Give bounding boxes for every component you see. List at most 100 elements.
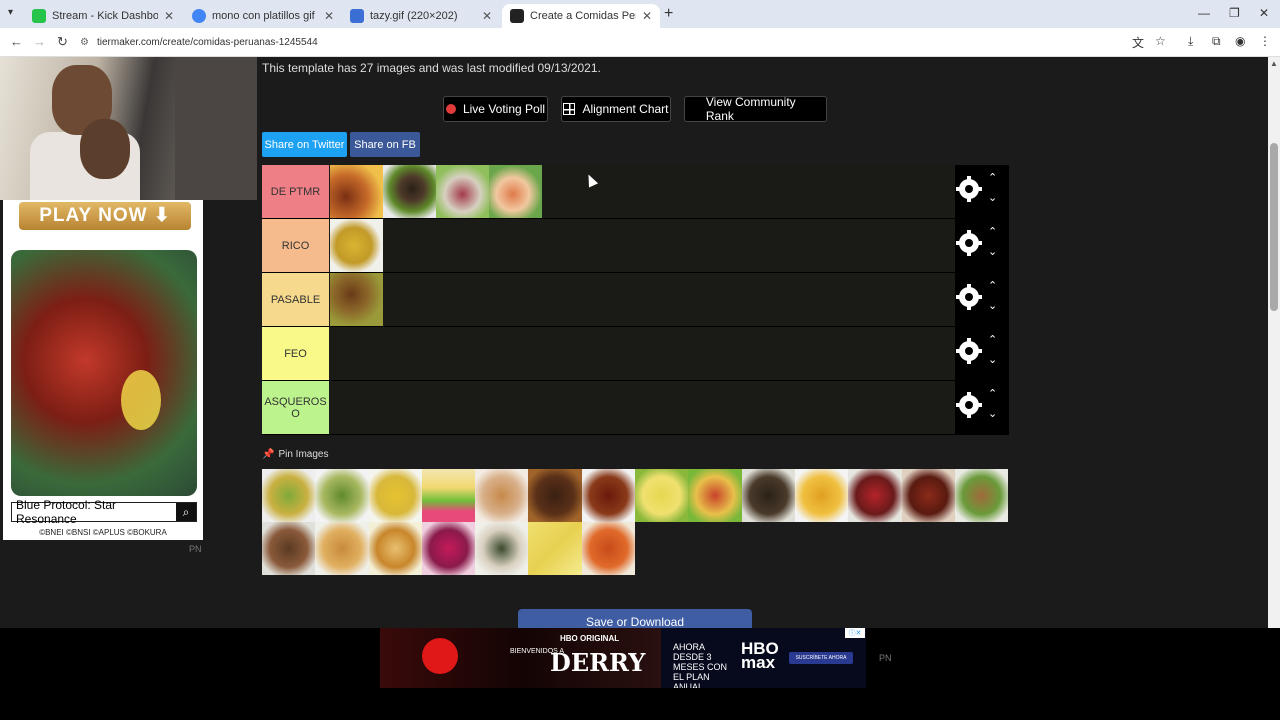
tier-label[interactable]: RICO (262, 219, 329, 272)
close-tab-icon[interactable]: ✕ (324, 9, 334, 23)
close-tab-icon[interactable]: ✕ (164, 9, 174, 23)
scrollbar-thumb[interactable] (1270, 143, 1278, 311)
tier-items[interactable] (330, 219, 383, 272)
gear-icon[interactable] (959, 341, 979, 361)
food-item[interactable] (330, 273, 383, 326)
play-now-button[interactable]: PLAY NOW ⬇ (19, 202, 191, 230)
tier-controls: ⌃ ⌄ (955, 165, 1009, 218)
scroll-up-icon[interactable]: ▲ (1270, 59, 1278, 68)
tier-label[interactable]: ASQUEROS O (262, 381, 329, 434)
it-derry-ad[interactable]: HBO ORIGINAL BIENVENIDOS A DERRY (380, 628, 661, 688)
close-tab-icon[interactable]: ✕ (482, 9, 492, 23)
url-field[interactable]: ⚙ tiermaker.com/create/comidas-peruanas-… (80, 32, 1120, 52)
food-item[interactable] (635, 469, 689, 522)
minimize-icon[interactable]: — (1198, 6, 1210, 20)
tier-items[interactable] (330, 165, 542, 218)
food-item[interactable] (330, 219, 383, 272)
tier-label[interactable]: PASABLE (262, 273, 329, 326)
translate-icon[interactable]: 文 (1132, 34, 1144, 51)
food-item[interactable] (330, 165, 383, 218)
food-item[interactable] (262, 522, 316, 575)
tab-list-chevron-icon[interactable]: ▾ (8, 7, 13, 18)
ad-choices-icon[interactable]: ⓘ✕ (845, 628, 865, 638)
move-up-icon[interactable]: ⌃ (988, 225, 997, 238)
food-item[interactable] (901, 469, 955, 522)
tier-items[interactable] (330, 273, 383, 326)
forward-icon[interactable]: → (33, 34, 46, 49)
tier-label[interactable]: DE PTMR (262, 165, 329, 218)
food-item[interactable] (581, 469, 636, 522)
hbomax-offer-ad[interactable]: AHORA DESDE 3 MESES CON EL PLAN ANUAL HB… (661, 628, 866, 692)
search-icon[interactable]: ⌕ (176, 503, 196, 521)
ad-title: DERRY (550, 648, 646, 677)
tier-controls: ⌃ ⌄ (955, 381, 1009, 434)
food-item[interactable] (436, 165, 489, 218)
move-up-icon[interactable]: ⌃ (988, 171, 997, 184)
move-down-icon[interactable]: ⌄ (988, 407, 997, 420)
food-item[interactable] (954, 469, 1009, 522)
food-item[interactable] (794, 469, 849, 522)
food-item[interactable] (421, 522, 476, 575)
move-up-icon[interactable]: ⌃ (988, 387, 997, 400)
close-window-icon[interactable]: ✕ (1259, 6, 1269, 20)
game-search-box[interactable]: Blue Protocol: Star Resonance ⌕ (11, 498, 197, 526)
move-up-icon[interactable]: ⌃ (988, 279, 997, 292)
food-item[interactable] (475, 469, 529, 522)
food-item[interactable] (315, 469, 369, 522)
move-down-icon[interactable]: ⌄ (988, 353, 997, 366)
food-item[interactable] (383, 165, 436, 218)
food-item[interactable] (528, 522, 582, 575)
grid-icon (563, 103, 576, 115)
move-down-icon[interactable]: ⌄ (988, 191, 997, 204)
food-item[interactable] (848, 469, 902, 522)
food-item[interactable] (489, 165, 542, 218)
left-game-ad[interactable]: PLAY NOW ⬇ Blue Protocol: Star Resonance… (3, 200, 203, 540)
food-item[interactable] (688, 469, 742, 522)
tab-tazy-gif[interactable]: tazy.gif (220×202) ✕ (342, 4, 500, 28)
food-item[interactable] (368, 522, 422, 575)
gear-icon[interactable] (959, 233, 979, 253)
close-tab-icon[interactable]: ✕ (642, 9, 652, 23)
download-icon[interactable]: ⤓ (1188, 34, 1193, 49)
food-item[interactable] (581, 522, 636, 575)
subscribe-button[interactable]: SUSCRÍBETE AHORA (789, 652, 853, 664)
hbo-original-label: HBO ORIGINAL (560, 634, 620, 643)
food-item[interactable] (475, 522, 529, 575)
new-tab-icon[interactable]: + (664, 5, 673, 23)
live-voting-poll-button[interactable]: Live Voting Poll (443, 96, 548, 122)
food-item[interactable] (315, 522, 369, 575)
tab-google-search[interactable]: mono con platillos gif - Buscar ✕ (184, 4, 342, 28)
page-scrollbar[interactable]: ▲ ▼ (1268, 57, 1280, 688)
view-community-rank-button[interactable]: View Community Rank (684, 95, 827, 123)
save-or-download-button[interactable]: Save or Download (518, 609, 752, 628)
tab-tiermaker[interactable]: Create a Comidas Peruanas Tie ✕ (502, 4, 660, 28)
menu-dots-icon[interactable]: ⋮ (1259, 34, 1271, 48)
tier-row: DE PTMR ⌃ ⌄ (262, 165, 1009, 219)
gear-icon[interactable] (959, 395, 979, 415)
tab-kick-dashboard[interactable]: Stream - Kick Dashboard ✕ (24, 4, 182, 28)
share-twitter-button[interactable]: Share on Twitter (262, 132, 347, 157)
profile-icon[interactable]: ◉ (1235, 34, 1245, 48)
food-item[interactable] (528, 469, 582, 522)
tier-label[interactable]: FEO (262, 327, 329, 380)
alignment-chart-button[interactable]: Alignment Chart (561, 96, 671, 122)
site-info-icon[interactable]: ⚙ (80, 37, 89, 48)
move-down-icon[interactable]: ⌄ (988, 245, 997, 258)
share-facebook-button[interactable]: Share on FB (350, 132, 420, 157)
food-item[interactable] (421, 469, 476, 522)
move-up-icon[interactable]: ⌃ (988, 333, 997, 346)
bottom-banner-ad[interactable]: HBO ORIGINAL BIENVENIDOS A DERRY AHORA D… (0, 628, 1280, 692)
food-item[interactable] (262, 469, 316, 522)
move-down-icon[interactable]: ⌄ (988, 299, 997, 312)
bookmark-star-icon[interactable]: ☆ (1155, 34, 1166, 48)
back-icon[interactable]: ← (10, 34, 23, 49)
gear-icon[interactable] (959, 287, 979, 307)
extensions-icon[interactable]: ⧉ (1212, 34, 1221, 49)
gear-icon[interactable] (959, 179, 979, 199)
pin-images-toggle[interactable]: 📌 Pin Images (262, 449, 328, 460)
food-item[interactable] (368, 469, 422, 522)
red-balloon-icon (422, 638, 458, 674)
maximize-icon[interactable]: ❐ (1229, 6, 1240, 20)
food-item[interactable] (741, 469, 795, 522)
reload-icon[interactable]: ↻ (57, 34, 68, 50)
